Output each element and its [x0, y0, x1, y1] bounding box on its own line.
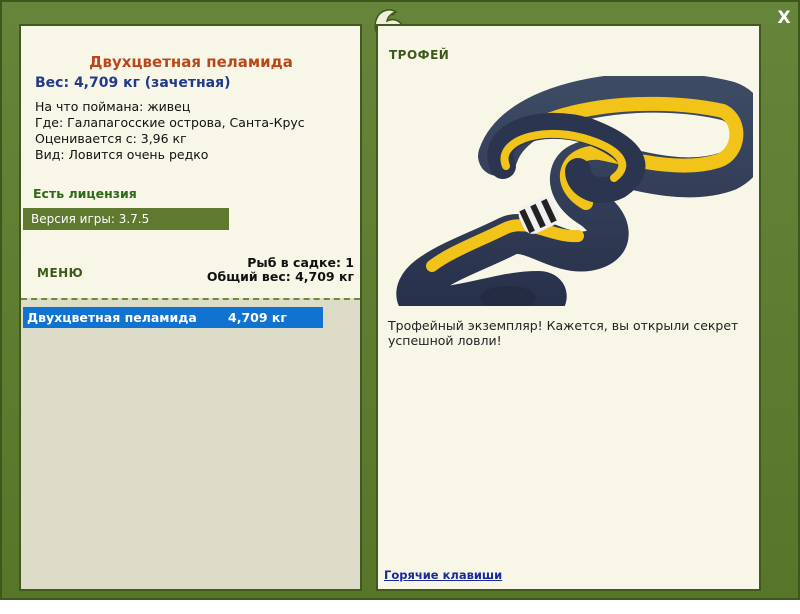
rarity-info: Вид: Ловится очень редко	[35, 147, 209, 162]
keepnet-total-weight: Общий вес: 4,709 кг	[206, 269, 354, 284]
close-button[interactable]: X	[774, 8, 794, 28]
hotkeys-link[interactable]: Горячие клавиши	[384, 568, 502, 582]
fish-name: Двухцветная пеламида	[89, 53, 293, 71]
catch-fish-name: Двухцветная пеламида	[27, 310, 197, 325]
fish-weight: Вес: 4,709 кг (зачетная)	[35, 75, 231, 91]
keepnet-count: Рыб в садке: 1	[247, 255, 354, 270]
license-status: Есть лицензия	[33, 186, 137, 201]
list-item[interactable]: Двухцветная пеламида 4,709 кг	[23, 307, 323, 328]
catch-list[interactable]: Двухцветная пеламида 4,709 кг	[21, 298, 360, 589]
location-info: Где: Галапагосские острова, Санта-Крус	[35, 115, 305, 130]
valuation-info: Оценивается с: 3,96 кг	[35, 131, 187, 146]
sea-snake-image	[396, 76, 753, 306]
fish-info-panel: Двухцветная пеламида Вес: 4,709 кг (заче…	[19, 24, 362, 591]
version-bar: Версия игры: 3.7.5	[23, 208, 229, 230]
trophy-title: ТРОФЕЙ	[389, 48, 450, 62]
trophy-panel: ТРОФЕЙ Трофейный экземпляр! Кажется, вы …	[376, 24, 761, 591]
bait-info: На что поймана: живец	[35, 99, 191, 114]
game-window: X Двухцветная пеламида Вес: 4,709 кг (за…	[0, 0, 800, 600]
catch-fish-weight: 4,709 кг	[228, 310, 287, 325]
trophy-description: Трофейный экземпляр! Кажется, вы открыли…	[388, 318, 739, 348]
menu-button[interactable]: МЕНЮ	[37, 266, 83, 280]
